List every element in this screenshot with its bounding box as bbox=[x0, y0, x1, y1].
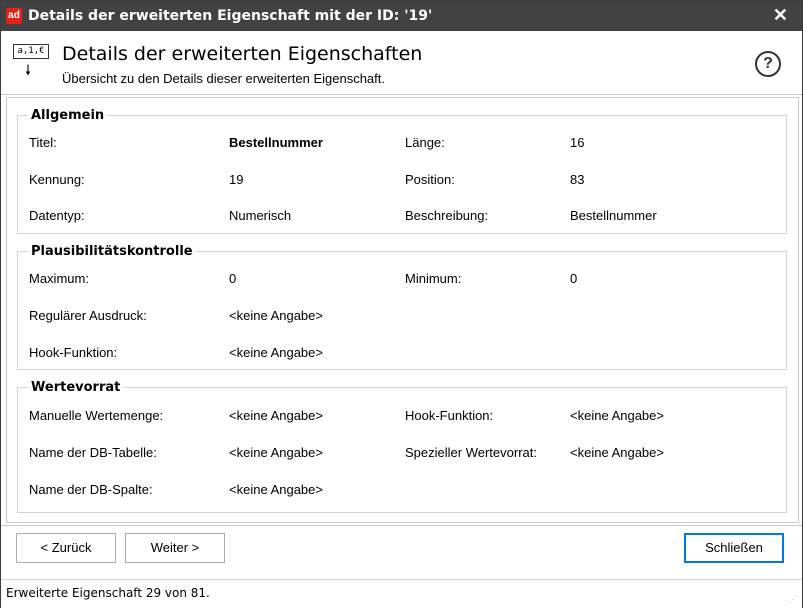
minimum-label: Minimum: bbox=[405, 271, 462, 286]
header-subtitle: Übersicht zu den Details dieser erweiter… bbox=[62, 71, 385, 86]
werte-hook-label: Hook-Funktion: bbox=[405, 408, 494, 423]
section-allgemein: Allgemein bbox=[17, 108, 787, 234]
resize-grip-icon[interactable]: ⋰ bbox=[789, 595, 799, 605]
manuell-value: <keine Angabe> bbox=[229, 408, 323, 423]
status-bar: Erweiterte Eigenschaft 29 von 81. ⋰ bbox=[1, 579, 802, 608]
properties-icon: a,1,€ 🠗 bbox=[11, 41, 49, 81]
kennung-value: 19 bbox=[229, 172, 244, 187]
werte-hook-value: <keine Angabe> bbox=[570, 408, 664, 423]
kennung-label: Kennung: bbox=[29, 172, 85, 187]
back-button[interactable]: < Zurück bbox=[16, 533, 116, 563]
regex-value: <keine Angabe> bbox=[229, 308, 323, 323]
beschreibung-label: Beschreibung: bbox=[405, 208, 489, 223]
spezieller-wertevorrat-value: <keine Angabe> bbox=[570, 445, 664, 460]
section-plausibilitaet-legend: Plausibilitätskontrolle bbox=[31, 244, 193, 259]
maximum-label: Maximum: bbox=[29, 271, 89, 286]
manuell-label: Manuelle Wertemenge: bbox=[29, 408, 164, 423]
close-icon[interactable]: ✕ bbox=[773, 5, 788, 26]
title-bar: ad Details der erweiterten Eigenschaft m… bbox=[1, 1, 802, 31]
app-logo-icon: ad bbox=[6, 8, 22, 24]
db-tabelle-value: <keine Angabe> bbox=[229, 445, 323, 460]
footer-divider bbox=[1, 525, 802, 526]
details-panel: Allgemein Titel: Bestellnummer Länge: 16… bbox=[6, 97, 799, 523]
minimum-value: 0 bbox=[570, 271, 578, 286]
laenge-label: Länge: bbox=[405, 135, 445, 150]
position-value: 83 bbox=[570, 172, 585, 187]
status-text: Erweiterte Eigenschaft 29 von 81. bbox=[6, 586, 210, 600]
arrow-down-icon: 🠗 bbox=[25, 62, 32, 78]
next-button[interactable]: Weiter > bbox=[125, 533, 225, 563]
titel-value: Bestellnummer bbox=[229, 135, 323, 150]
plausi-hook-value: <keine Angabe> bbox=[229, 345, 323, 360]
titel-label: Titel: bbox=[29, 135, 57, 150]
laenge-value: 16 bbox=[570, 135, 585, 150]
close-button[interactable]: Schließen bbox=[684, 533, 784, 563]
help-icon[interactable]: ? bbox=[755, 51, 781, 77]
plausi-hook-label: Hook-Funktion: bbox=[29, 345, 118, 360]
datentyp-label: Datentyp: bbox=[29, 208, 85, 223]
section-allgemein-legend: Allgemein bbox=[31, 108, 105, 123]
position-label: Position: bbox=[405, 172, 455, 187]
section-plausibilitaet: Plausibilitätskontrolle bbox=[17, 244, 787, 370]
dialog-window: ad Details der erweiterten Eigenschaft m… bbox=[0, 0, 803, 608]
window-title: Details der erweiterten Eigenschaft mit … bbox=[28, 8, 433, 24]
regex-label: Regulärer Ausdruck: bbox=[29, 308, 147, 323]
maximum-value: 0 bbox=[229, 271, 237, 286]
db-tabelle-label: Name der DB-Tabelle: bbox=[29, 445, 157, 460]
db-spalte-label: Name der DB-Spalte: bbox=[29, 482, 153, 497]
spezieller-wertevorrat-label: Spezieller Wertevorrat: bbox=[405, 445, 537, 460]
beschreibung-value: Bestellnummer bbox=[570, 208, 657, 223]
properties-icon-box: a,1,€ bbox=[13, 44, 49, 59]
dialog-header: a,1,€ 🠗 Details der erweiterten Eigensch… bbox=[1, 31, 802, 95]
db-spalte-value: <keine Angabe> bbox=[229, 482, 323, 497]
section-wertevorrat-legend: Wertevorrat bbox=[31, 380, 121, 395]
datentyp-value: Numerisch bbox=[229, 208, 292, 223]
header-title: Details der erweiterten Eigenschaften bbox=[62, 43, 423, 65]
